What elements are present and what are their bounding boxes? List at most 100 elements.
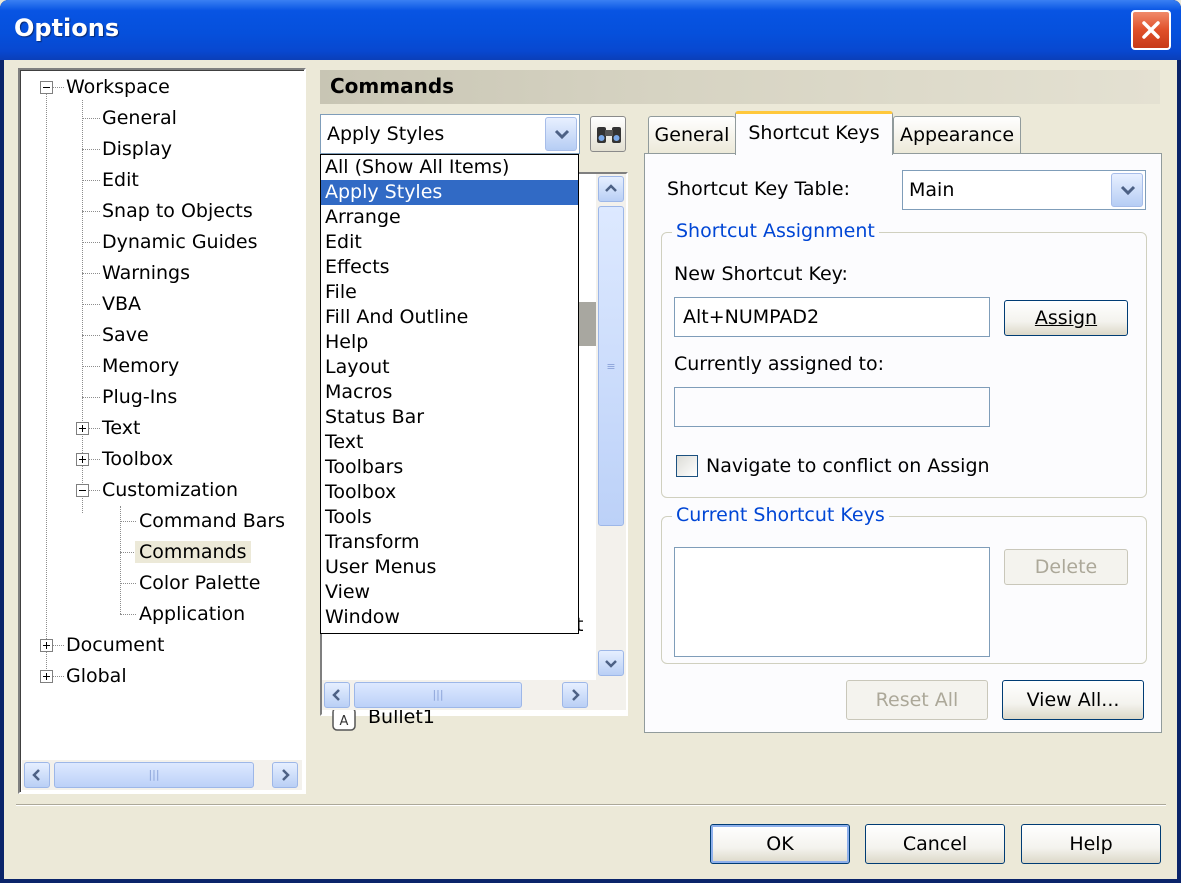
command-category-combo[interactable]: Apply Styles <box>320 114 580 154</box>
tree-item-warnings[interactable]: Warnings <box>102 259 190 287</box>
tree-item-application[interactable]: Application <box>139 600 245 628</box>
dropdown-option[interactable]: Edit <box>321 230 578 255</box>
tree-item-workspace[interactable]: Workspace <box>66 73 170 101</box>
combo-dropdown-button[interactable] <box>1111 173 1143 207</box>
collapse-customization-icon[interactable] <box>76 484 89 497</box>
tree-item-global[interactable]: Global <box>66 662 127 690</box>
currently-assigned-field <box>674 387 990 427</box>
ok-button[interactable]: OK <box>710 824 850 864</box>
help-button[interactable]: Help <box>1021 824 1161 864</box>
tree-item-color-palette[interactable]: Color Palette <box>139 569 260 597</box>
dropdown-option[interactable]: Status Bar <box>321 405 578 430</box>
title-bar[interactable]: Options <box>0 0 1181 60</box>
tab-appearance[interactable]: Appearance <box>893 116 1021 154</box>
scroll-left-button[interactable] <box>324 682 350 708</box>
currently-assigned-label: Currently assigned to: <box>674 353 885 375</box>
new-shortcut-key-input[interactable]: Alt+NUMPAD2 <box>674 297 990 337</box>
close-icon <box>1142 21 1160 39</box>
tab-shortcut-keys[interactable]: Shortcut Keys <box>735 111 893 155</box>
tree-item-memory[interactable]: Memory <box>102 352 179 380</box>
chevron-down-icon <box>554 129 570 140</box>
view-all-button[interactable]: View All... <box>1002 680 1144 720</box>
dropdown-option[interactable]: All (Show All Items) <box>321 155 578 180</box>
expand-global-icon[interactable] <box>40 670 53 683</box>
dropdown-option[interactable]: Effects <box>321 255 578 280</box>
dropdown-option[interactable]: Window <box>321 605 578 630</box>
find-command-button[interactable] <box>590 116 626 152</box>
tree-item-display[interactable]: Display <box>102 135 172 163</box>
command-list-vertical-scrollbar[interactable]: ≡ <box>596 174 626 680</box>
shortcut-table-select[interactable]: Main <box>902 170 1146 210</box>
scroll-right-button[interactable] <box>562 682 588 708</box>
options-dialog: Options Workspace General Display Edit S… <box>0 0 1181 883</box>
scroll-down-button[interactable] <box>598 650 624 676</box>
dropdown-option-selected[interactable]: Apply Styles <box>321 180 578 205</box>
dropdown-option[interactable]: Arrange <box>321 205 578 230</box>
scroll-thumb-vertical[interactable]: ≡ <box>598 206 624 526</box>
tree-item-snap-to-objects[interactable]: Snap to Objects <box>102 197 253 225</box>
expand-text-icon[interactable] <box>76 422 89 435</box>
scroll-left-button[interactable] <box>24 762 50 788</box>
scroll-thumb[interactable]: ||| <box>54 762 254 788</box>
shortcut-table-label: Shortcut Key Table: <box>667 178 850 200</box>
shortcut-assignment-group: Shortcut Assignment New Shortcut Key: Al… <box>661 220 1147 498</box>
dropdown-option[interactable]: Help <box>321 330 578 355</box>
arrow-right-icon <box>282 769 290 781</box>
new-shortcut-key-label: New Shortcut Key: <box>674 263 848 285</box>
reset-all-button-visible[interactable]: Reset All <box>846 680 988 720</box>
delete-label: Delete <box>1034 556 1098 578</box>
tree-item-command-bars[interactable]: Command Bars <box>139 507 285 535</box>
options-tree[interactable]: Workspace General Display Edit Snap to O… <box>18 68 306 794</box>
dropdown-option[interactable]: Toolbars <box>321 455 578 480</box>
tree-item-plug-ins[interactable]: Plug-Ins <box>102 383 177 411</box>
tree-item-toolbox[interactable]: Toolbox <box>102 445 173 473</box>
combo-dropdown-button[interactable] <box>545 117 577 151</box>
footer-separator <box>16 804 1166 806</box>
navigate-conflict-checkbox[interactable] <box>676 455 698 477</box>
dropdown-option[interactable]: Fill And Outline <box>321 305 578 330</box>
collapse-workspace-icon[interactable] <box>40 81 53 94</box>
scroll-thumb[interactable]: ||| <box>354 682 522 708</box>
tab-general[interactable]: General <box>648 116 736 154</box>
tree-item-save[interactable]: Save <box>102 321 149 349</box>
dropdown-option[interactable]: Macros <box>321 380 578 405</box>
dropdown-option[interactable]: Text <box>321 430 578 455</box>
dropdown-option[interactable]: File <box>321 280 578 305</box>
dropdown-option[interactable]: Toolbox <box>321 480 578 505</box>
dropdown-option[interactable]: Layout <box>321 355 578 380</box>
tree-item-commands[interactable]: Commands <box>135 538 251 566</box>
tree-horizontal-scrollbar[interactable]: ||| <box>22 760 302 790</box>
scroll-up-button[interactable] <box>598 176 624 202</box>
arrow-down-icon <box>605 660 617 668</box>
expand-toolbox-icon[interactable] <box>76 453 89 466</box>
current-shortcut-keys-list[interactable] <box>674 547 990 657</box>
scroll-right-button[interactable] <box>272 762 298 788</box>
tree-item-vba[interactable]: VBA <box>102 290 141 318</box>
dropdown-option[interactable]: View <box>321 580 578 605</box>
cancel-button[interactable]: Cancel <box>865 824 1005 864</box>
tree-item-edit[interactable]: Edit <box>102 166 139 194</box>
arrow-left-icon <box>32 769 40 781</box>
current-shortcut-keys-group: Current Shortcut Keys Delete <box>661 504 1147 664</box>
assign-button[interactable]: Assign <box>1004 300 1128 336</box>
assign-label: Assign <box>1034 307 1098 329</box>
dropdown-option[interactable]: Tools <box>321 505 578 530</box>
binoculars-icon <box>597 127 621 143</box>
tree-item-dynamic-guides[interactable]: Dynamic Guides <box>102 228 258 256</box>
close-button[interactable] <box>1131 10 1171 50</box>
expand-document-icon[interactable] <box>40 639 53 652</box>
dropdown-option[interactable]: User Menus <box>321 555 578 580</box>
current-shortcut-keys-title: Current Shortcut Keys <box>672 504 889 526</box>
command-list-horizontal-scrollbar[interactable]: ||| <box>322 680 626 710</box>
tree-item-general[interactable]: General <box>102 104 177 132</box>
category-dropdown-list[interactable]: All (Show All Items) Apply Styles Arrang… <box>320 154 579 634</box>
section-title: Commands <box>330 74 455 98</box>
tree-item-customization[interactable]: Customization <box>102 476 238 504</box>
tree-item-text[interactable]: Text <box>102 414 140 442</box>
arrow-left-icon <box>332 689 340 701</box>
delete-button[interactable]: Delete <box>1004 549 1128 585</box>
shortcut-keys-panel: Shortcut Key Table: Main Shortcut Assign… <box>644 153 1162 733</box>
dropdown-option[interactable]: Transform <box>321 530 578 555</box>
svg-text:A: A <box>340 714 349 729</box>
tree-item-document[interactable]: Document <box>66 631 164 659</box>
